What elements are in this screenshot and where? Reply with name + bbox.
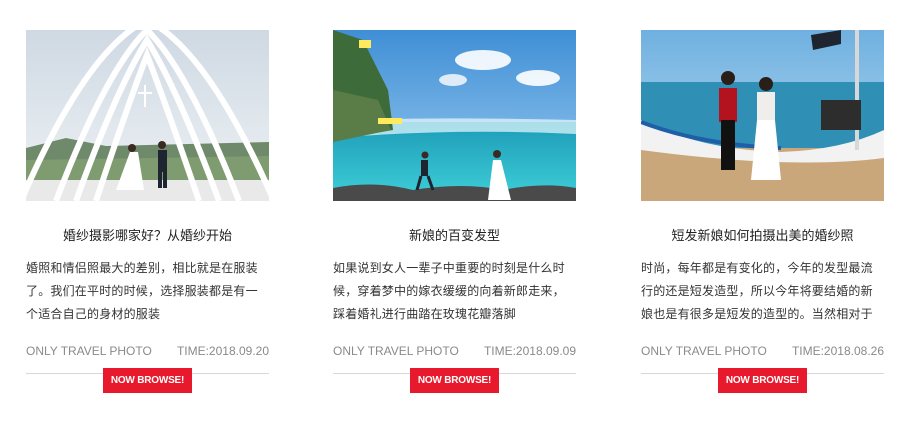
now-browse-button[interactable]: NOW BROWSE! xyxy=(718,368,807,393)
card-1-actions: NOW BROWSE! xyxy=(26,0,269,436)
card-3-actions: NOW BROWSE! xyxy=(641,0,884,436)
now-browse-button[interactable]: NOW BROWSE! xyxy=(410,368,499,393)
now-browse-button[interactable]: NOW BROWSE! xyxy=(103,368,192,393)
card-2-actions: NOW BROWSE! xyxy=(333,0,576,436)
